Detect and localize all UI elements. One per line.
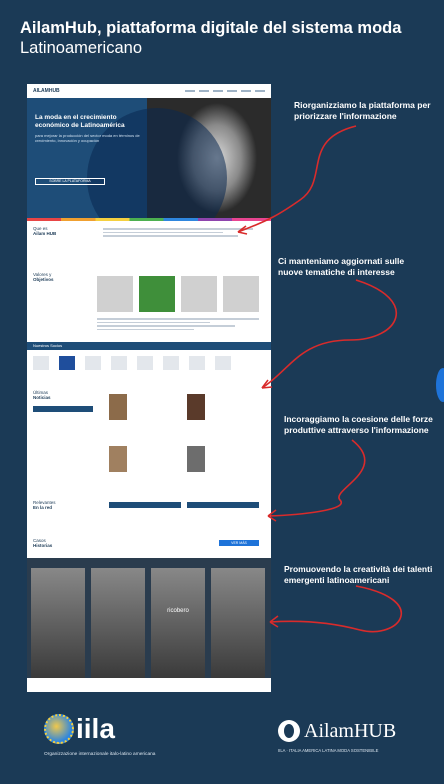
iila-logo: iila Organizzazione internazionale italo… — [44, 712, 174, 774]
site-nav-links — [185, 90, 265, 92]
news-button — [33, 406, 93, 412]
color-stripe — [27, 218, 271, 221]
news-image-2 — [187, 394, 205, 420]
ailamhub-mark-icon — [278, 720, 300, 742]
casos-button: VER MÁS — [219, 540, 259, 546]
partners-bar: Nuestros Socios — [27, 342, 271, 350]
caption-2: Ci manteniamo aggiornati sulle nuove tem… — [278, 256, 405, 277]
section-ultimas: Últimas Noticias — [33, 390, 51, 400]
partner-logos — [33, 356, 231, 370]
valores-thumbnails — [97, 276, 259, 312]
arrow-4-head — [269, 615, 279, 628]
arrow-4-path — [269, 585, 403, 633]
valores-text — [97, 318, 259, 332]
hero-text: La moda en el crecimiento económico de L… — [35, 114, 145, 143]
news-image-4 — [187, 446, 205, 472]
side-dot — [436, 368, 444, 402]
arrow-3-path — [267, 439, 366, 517]
site-nav: AILAMHUB — [27, 84, 271, 98]
hero-subheading: para mejorar la producción del sector mo… — [35, 133, 140, 143]
title-line-1: AilamHub, piattaforma digitale del siste… — [20, 19, 402, 37]
arrow-2-path — [261, 279, 398, 389]
historias-gallery: ricobero — [27, 558, 271, 678]
section-casos: Casos Historias — [33, 538, 53, 548]
iila-wordmark: iila — [76, 713, 115, 744]
section-que-es: Que es Ailam HUB — [33, 226, 57, 236]
hero-button: SOBRE LA PLATAFORMA — [35, 178, 105, 185]
news-image-1 — [109, 394, 127, 420]
page-title: AilamHub, piattaforma digitale del siste… — [20, 18, 420, 58]
section-valores: Valores y Objetivos — [33, 272, 54, 282]
site-hero: La moda en el crecimiento económico de L… — [27, 98, 271, 218]
gallery-photo-3: ricobero — [151, 568, 205, 678]
gallery-photo-2 — [91, 568, 145, 678]
ailamhub-logo: AilamHUB IILA · ITALIA AMERICA LATINA MO… — [278, 718, 428, 768]
caption-4: Promuovendo la creatività dei talenti em… — [284, 564, 433, 585]
gallery-photo-1 — [31, 568, 85, 678]
relevantes-card-1 — [109, 502, 181, 508]
caption-1: Riorganizziamo la piattaforma per priori… — [294, 100, 431, 121]
site-logo: AILAMHUB — [33, 88, 60, 94]
hero-heading: La moda en el crecimiento económico de L… — [35, 114, 125, 129]
caption-3: Incoraggiamo la coesione delle forze pro… — [284, 414, 433, 435]
globe-icon — [44, 714, 74, 744]
gallery-photo-4 — [211, 568, 265, 678]
ailamhub-wordmark: AilamHUB — [304, 720, 397, 742]
title-line-2: Latinoamericano — [20, 39, 142, 57]
news-image-3 — [109, 446, 127, 472]
iila-subtitle: Organizzazione internazionale italo-lati… — [44, 752, 156, 757]
partner-cdu — [59, 356, 75, 370]
website-mockup: AILAMHUB La moda en el crecimiento econó… — [27, 84, 271, 692]
relevantes-card-2 — [187, 502, 259, 508]
section-relevantes: Relevantes En la red — [33, 500, 56, 510]
ailamhub-subtitle: IILA · ITALIA AMERICA LATINA MODA SOSTEN… — [278, 748, 379, 753]
que-es-text — [103, 228, 253, 239]
